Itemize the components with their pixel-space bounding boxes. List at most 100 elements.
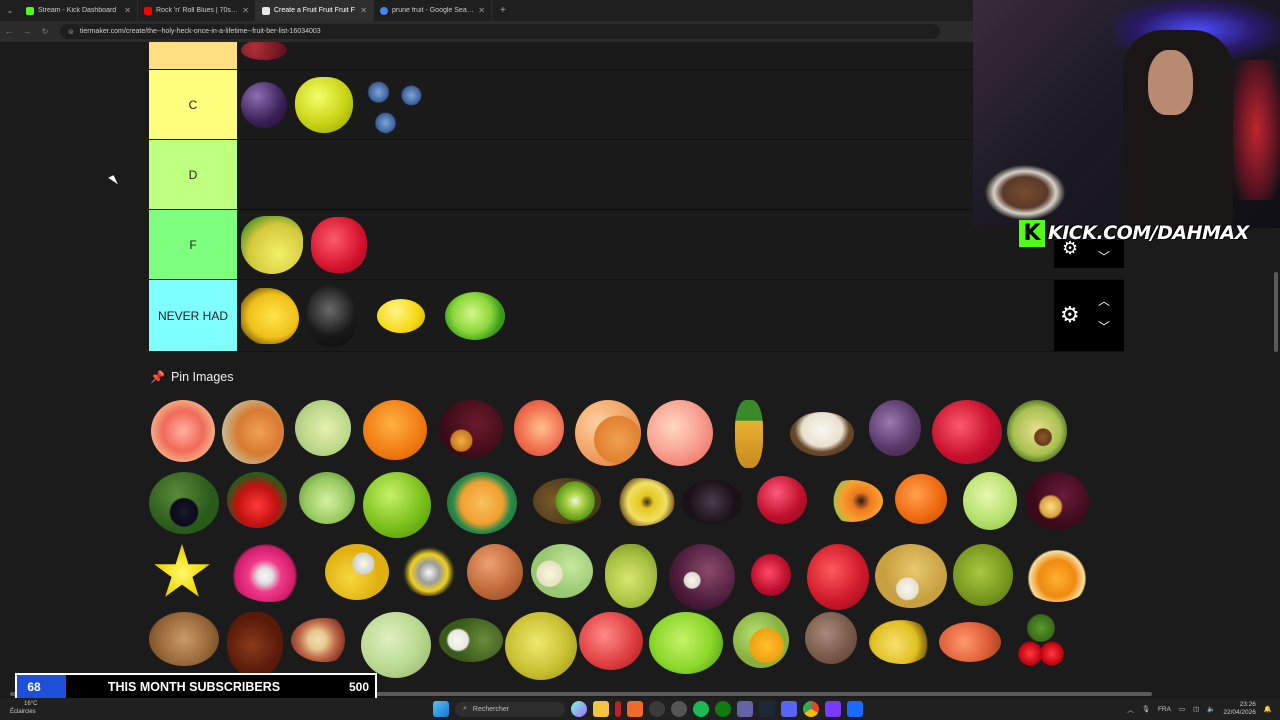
papaya-item[interactable] xyxy=(821,480,883,522)
network-icon[interactable]: ◫ xyxy=(1193,705,1199,713)
tier-label[interactable]: D xyxy=(149,140,237,209)
blueberries-item[interactable] xyxy=(361,72,431,137)
app-blue-icon[interactable] xyxy=(847,701,863,717)
longan-item[interactable] xyxy=(875,544,947,608)
gear-icon[interactable]: ⚙ xyxy=(1060,302,1080,328)
lime-item[interactable] xyxy=(445,291,505,340)
blackcurrant-item[interactable] xyxy=(149,472,219,534)
sweet-potato-item[interactable] xyxy=(291,618,357,662)
yellow-pitaya-item[interactable] xyxy=(325,544,389,600)
guava-item[interactable] xyxy=(963,472,1017,530)
tab-search-icon[interactable]: ⌄ xyxy=(0,6,20,15)
salak-item[interactable] xyxy=(227,612,283,678)
fig-item[interactable] xyxy=(869,400,921,456)
spotify-icon[interactable] xyxy=(693,701,709,717)
green-mango-item[interactable] xyxy=(605,544,657,608)
lychee-item[interactable] xyxy=(807,544,869,610)
app-red-icon[interactable] xyxy=(615,701,621,717)
copilot-icon[interactable] xyxy=(571,701,587,717)
golden-kiwi-item[interactable] xyxy=(605,478,675,526)
tab-close-icon[interactable]: ✕ xyxy=(242,6,249,15)
scrollbar-thumb[interactable] xyxy=(1274,272,1278,352)
tab-kick-dashboard[interactable]: Stream - Kick Dashboard ✕ xyxy=(20,0,138,21)
sapodilla-item[interactable] xyxy=(805,612,857,664)
mangosteen-item[interactable] xyxy=(669,544,735,610)
lemon-item[interactable] xyxy=(377,298,425,333)
file-explorer-icon[interactable] xyxy=(593,701,609,717)
raspberry-item[interactable] xyxy=(311,216,367,273)
gear-icon[interactable]: ⚙ xyxy=(1062,238,1078,259)
grapefruit-item[interactable] xyxy=(151,400,215,462)
clock[interactable]: 23:26 22/04/2026 xyxy=(1223,701,1256,717)
green-apple-item[interactable] xyxy=(363,472,431,538)
url-field[interactable]: ⊜ tiermaker.com/create/the--holy-heck-on… xyxy=(60,24,940,39)
notification-icon[interactable]: 🔔 xyxy=(1264,705,1272,713)
rambutan-item[interactable] xyxy=(751,554,791,596)
settings-icon[interactable] xyxy=(671,701,687,717)
taskbar-search[interactable]: ⌕ Rechercher xyxy=(455,701,565,717)
new-tab-button[interactable]: + xyxy=(492,5,514,16)
green-grapes-bunch-item[interactable] xyxy=(649,612,723,674)
plum-cut-item[interactable] xyxy=(439,400,503,458)
redcurrant-item[interactable] xyxy=(227,472,287,528)
back-icon[interactable]: ← xyxy=(0,27,18,36)
custard-apple-item[interactable] xyxy=(361,612,431,678)
soursop-cut-item[interactable] xyxy=(439,618,503,662)
tamarind-item[interactable] xyxy=(149,612,219,666)
red-grapes-item[interactable] xyxy=(241,42,287,60)
volume-icon[interactable]: 🔈 xyxy=(1207,705,1215,713)
tier-label[interactable]: C xyxy=(149,70,237,139)
battery-icon[interactable]: ▭ xyxy=(1179,705,1185,713)
cherries-item[interactable] xyxy=(1005,612,1077,676)
rose-apple-item[interactable] xyxy=(939,622,1001,662)
site-info-icon[interactable]: ⊜ xyxy=(68,28,74,36)
tab-close-icon[interactable]: ✕ xyxy=(360,6,367,15)
mangosteen-white-item[interactable] xyxy=(531,544,593,598)
move-down-icon[interactable]: ﹀ xyxy=(1098,318,1110,335)
pitaya-yellow-cut-item[interactable] xyxy=(399,544,459,596)
apricot-item[interactable] xyxy=(575,400,641,466)
jackfruit-item[interactable] xyxy=(505,612,577,680)
orange-item[interactable] xyxy=(363,400,427,460)
tier-label[interactable]: F xyxy=(149,210,237,279)
mulberry-item[interactable] xyxy=(681,480,743,524)
move-up-icon[interactable]: ︿ xyxy=(1098,292,1110,309)
coconut-item[interactable] xyxy=(790,412,854,456)
discord-icon[interactable] xyxy=(781,701,797,717)
cantaloupe-item[interactable] xyxy=(222,400,284,464)
tray-overflow-icon[interactable]: ︿ xyxy=(1127,704,1134,714)
xbox-icon[interactable] xyxy=(715,701,731,717)
citrus-cut-item[interactable] xyxy=(733,612,789,668)
yellow-plum-item[interactable] xyxy=(869,620,933,664)
wax-apple-item[interactable] xyxy=(579,612,643,670)
nectarine-item[interactable] xyxy=(647,400,713,466)
steam-icon[interactable] xyxy=(759,701,775,717)
dragonfruit-item[interactable] xyxy=(229,544,309,602)
starfruit-item[interactable] xyxy=(154,544,210,597)
cranberry-item[interactable] xyxy=(757,476,807,524)
forward-icon[interactable]: → xyxy=(18,27,36,36)
teams-icon[interactable] xyxy=(737,701,753,717)
tier-label[interactable]: NEVER HAD xyxy=(149,280,237,351)
chrome-icon[interactable] xyxy=(803,701,819,717)
kiwi-item[interactable] xyxy=(533,478,601,524)
winter-melon-item[interactable] xyxy=(447,472,517,534)
peach-item[interactable] xyxy=(514,400,564,456)
plum-item[interactable] xyxy=(241,81,287,128)
blackberry-item[interactable] xyxy=(307,284,357,347)
passion-fruit-item[interactable] xyxy=(1025,472,1089,530)
weather-widget[interactable]: 16°C Éclaircies xyxy=(10,700,70,716)
pomegranate-item[interactable] xyxy=(932,400,1002,464)
durian-item[interactable] xyxy=(953,544,1013,606)
tab-youtube-music[interactable]: Rock 'n' Roll Blues | 70s Su ✕ xyxy=(138,0,256,21)
language-indicator[interactable]: FRA xyxy=(1158,706,1171,713)
tab-close-icon[interactable]: ✕ xyxy=(478,6,485,15)
avocado-item[interactable] xyxy=(1007,400,1067,462)
tab-google-search[interactable]: prune fruit - Google Search ✕ xyxy=(374,0,492,21)
app-orange-icon[interactable] xyxy=(627,701,643,717)
microphone-icon[interactable]: 🎙 xyxy=(1142,705,1150,713)
physalis-item[interactable] xyxy=(1021,550,1093,602)
bael-fruit-item[interactable] xyxy=(467,544,523,600)
tab-close-icon[interactable]: ✕ xyxy=(124,6,131,15)
pineapple-item[interactable] xyxy=(735,400,763,468)
